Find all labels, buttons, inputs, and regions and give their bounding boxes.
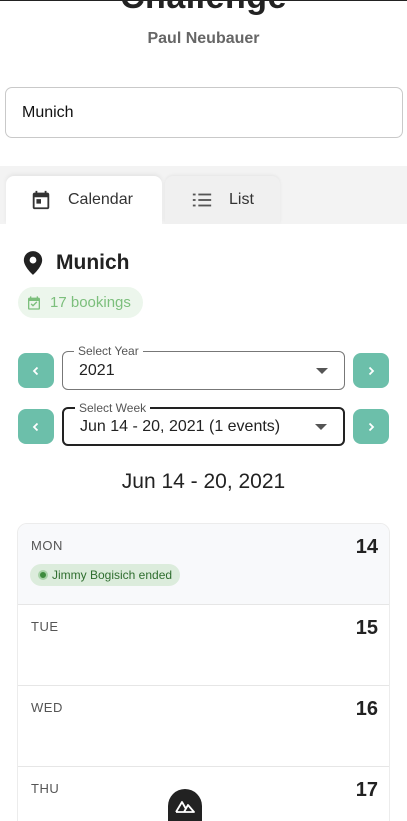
list-icon (191, 189, 213, 211)
day-row-thu[interactable]: THU 17 (18, 767, 389, 821)
week-heading: Jun 14 - 20, 2021 (121, 470, 286, 493)
day-row-wed[interactable]: WED 16 (18, 686, 389, 767)
day-row-tue[interactable]: TUE 15 (18, 605, 389, 686)
day-number: 15 (355, 617, 378, 639)
day-name: MON (31, 538, 63, 553)
dropdown-arrow-icon (316, 367, 328, 374)
page-title: Challenge (0, 0, 407, 17)
year-select[interactable]: Select Year 2021 (62, 343, 345, 390)
tab-calendar[interactable]: Calendar (6, 176, 162, 224)
day-number: 14 (355, 536, 378, 558)
chevron-right-icon (366, 366, 376, 376)
next-week-button[interactable] (353, 409, 389, 444)
tab-list[interactable]: List (165, 176, 280, 224)
week-select-value: Jun 14 - 20, 2021 (1 events) (80, 417, 281, 435)
week-day-list: MON 14 Jimmy Bogisich ended TUE 15 WED 1… (17, 523, 390, 821)
event-status-dot (38, 570, 48, 580)
devtools-badge[interactable] (168, 789, 202, 821)
day-name: TUE (31, 619, 59, 634)
week-select-legend: Select Week (75, 400, 151, 416)
prev-year-button[interactable] (18, 353, 54, 388)
event-label: Jimmy Bogisich ended (52, 568, 173, 582)
map-pin-icon (22, 250, 44, 276)
day-name: THU (31, 781, 60, 796)
calendar-icon (30, 189, 52, 211)
tab-list-label: List (229, 191, 254, 208)
page-subtitle: Paul Neubauer (147, 30, 260, 47)
calendar-check-icon (26, 295, 42, 311)
bookings-count-label: 17 bookings (50, 294, 131, 311)
day-name: WED (31, 700, 63, 715)
tab-calendar-label: Calendar (68, 191, 133, 208)
bookings-count-chip: 17 bookings (18, 287, 143, 318)
location-name: Munich (56, 251, 130, 274)
nuxt-logo-icon (175, 799, 195, 813)
app-root: Challenge Paul Neubauer Calendar List Mu… (0, 0, 407, 821)
next-year-button[interactable] (353, 353, 389, 388)
chevron-right-icon (366, 422, 376, 432)
city-input[interactable] (5, 87, 403, 138)
event-chip[interactable]: Jimmy Bogisich ended (30, 564, 181, 586)
prev-week-button[interactable] (18, 409, 54, 444)
week-select[interactable]: Select Week Jun 14 - 20, 2021 (1 events) (62, 400, 345, 446)
dropdown-arrow-icon (315, 423, 327, 430)
year-select-legend: Select Year (74, 343, 143, 359)
location-header: Munich (22, 250, 130, 276)
chevron-left-icon (31, 366, 41, 376)
chevron-left-icon (31, 422, 41, 432)
day-number: 17 (355, 779, 378, 801)
day-row-mon[interactable]: MON 14 Jimmy Bogisich ended (18, 524, 389, 605)
day-number: 16 (355, 698, 378, 720)
year-select-value: 2021 (79, 361, 115, 379)
